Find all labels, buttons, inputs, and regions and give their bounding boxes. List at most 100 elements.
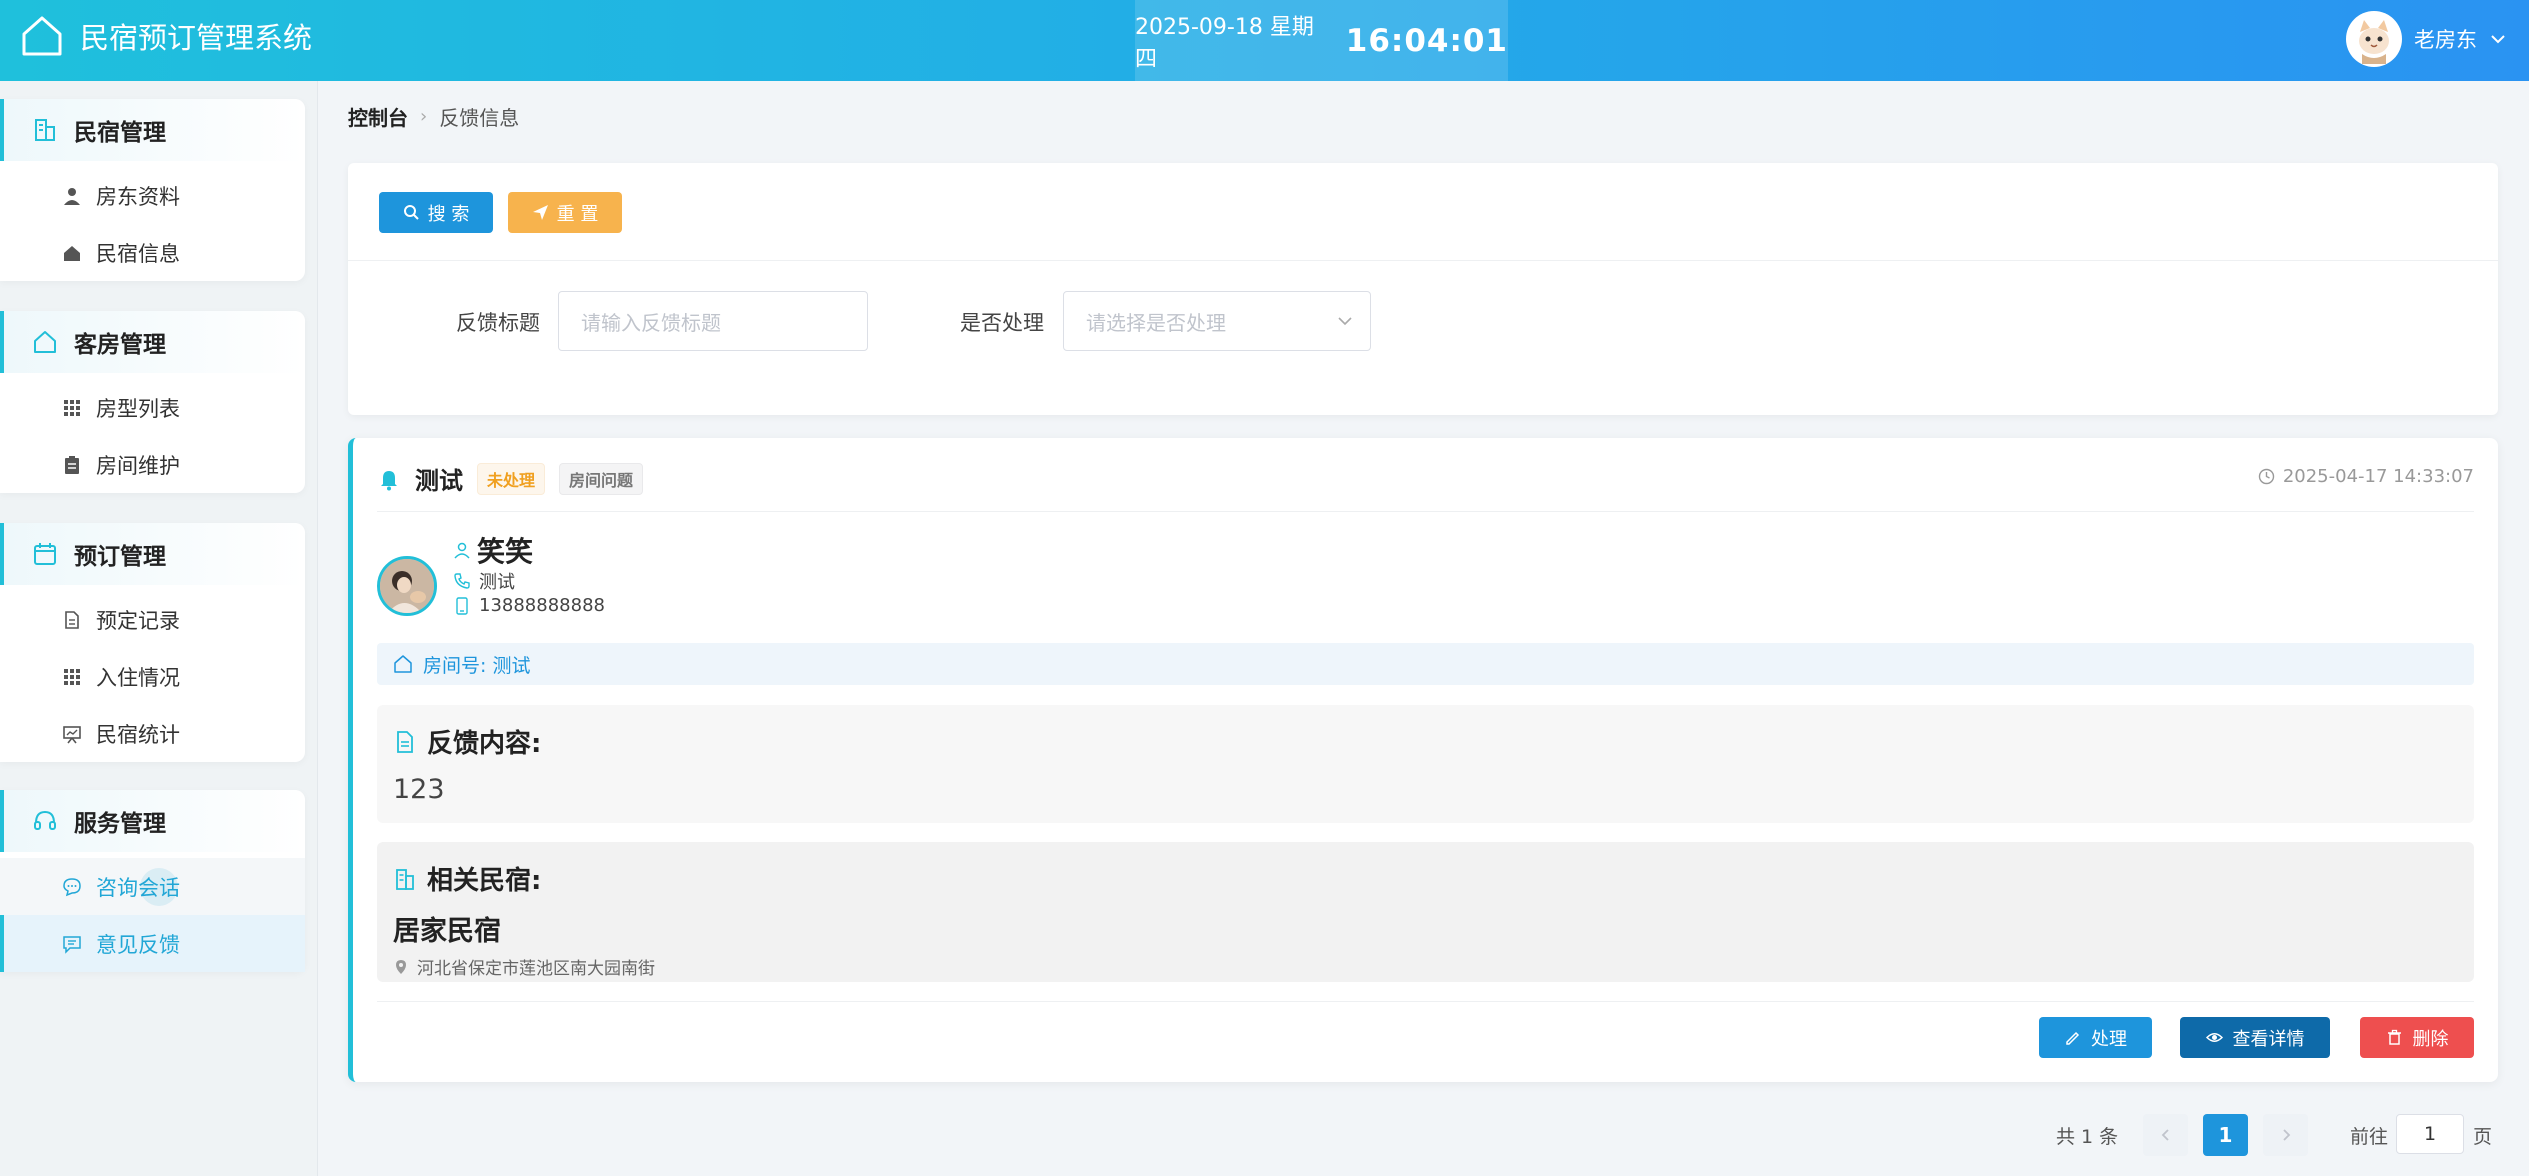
chevron-left-icon (2161, 1129, 2169, 1141)
room-number-bar: 房间号: 测试 (377, 643, 2474, 685)
pagination: 共 1 条 1 前往 1 页 (0, 1114, 2529, 1156)
chevron-right-icon (2282, 1129, 2290, 1141)
goto-page-input[interactable]: 1 (2396, 1114, 2464, 1154)
menu-group-service-header[interactable]: 服务管理 (0, 790, 305, 852)
datetime-display: 2025-09-18 星期四 16:04:01 (1135, 0, 1508, 81)
pagination-total: 共 1 条 (2056, 1126, 2119, 1148)
chevron-down-icon (1338, 317, 1352, 326)
menu-group-booking-header[interactable]: 预订管理 (0, 523, 305, 585)
search-button-label: 搜 索 (427, 203, 470, 225)
user-outline-icon (454, 542, 470, 559)
mobile-icon (456, 596, 468, 615)
menu-group-homestay-header[interactable]: 民宿管理 (0, 99, 305, 161)
feedback-card: 测试 未处理 房间问题 2025-04-17 14:33:07 笑笑 测试 13… (348, 438, 2498, 1082)
sidebar-item-homestay-stats[interactable]: 民宿统计 (0, 705, 305, 762)
prev-page-button[interactable] (2143, 1114, 2188, 1156)
view-detail-button[interactable]: 查看详情 (2180, 1017, 2330, 1058)
feedback-actions: 处理 查看详情 删除 (377, 1001, 2474, 1061)
search-button[interactable]: 搜 索 (379, 192, 493, 233)
user-icon (64, 187, 80, 205)
sidebar-item-feedback[interactable]: 意见反馈 (0, 915, 305, 972)
page-suffix: 页 (2473, 1126, 2493, 1148)
menu-group-booking: 预订管理 预定记录 入住情况 民宿统计 (0, 523, 305, 762)
user-menu[interactable]: 老房东 (2346, 9, 2507, 69)
home-logo-icon (22, 16, 62, 56)
location-pin-icon (396, 959, 406, 974)
page-number-current[interactable]: 1 (2203, 1114, 2248, 1156)
sidebar-item-landlord-profile[interactable]: 房东资料 (0, 167, 305, 224)
goto-label: 前往 (2350, 1126, 2389, 1148)
menu-group-label: 民宿管理 (74, 120, 166, 146)
current-date: 2025-09-18 星期四 (1135, 14, 1314, 72)
homestay-address-value: 河北省保定市莲池区南大园南街 (417, 959, 655, 979)
breadcrumb: 控制台 › 反馈信息 (348, 102, 519, 131)
home-icon (64, 245, 80, 261)
sidebar-item-label: 意见反馈 (96, 932, 180, 957)
phone-icon (454, 573, 470, 589)
feedback-user-name-value: 笑笑 (477, 535, 534, 568)
handled-filter-select[interactable]: 请选择是否处理 (1063, 291, 1371, 351)
edit-icon (2066, 1031, 2080, 1045)
next-page-button[interactable] (2263, 1114, 2308, 1156)
feedback-header: 测试 未处理 房间问题 2025-04-17 14:33:07 (377, 460, 2474, 512)
handled-filter-label: 是否处理 (960, 311, 1044, 335)
menu-group-label: 服务管理 (74, 811, 166, 837)
user-photo-icon (380, 559, 434, 613)
related-homestay-heading: 相关民宿: (393, 860, 2458, 897)
clipboard-icon (65, 455, 79, 474)
feedback-time: 2025-04-17 14:33:07 (2258, 466, 2474, 487)
message-icon (63, 935, 81, 954)
reset-button-label: 重 置 (556, 203, 599, 225)
menu-group-rooms: 客房管理 房型列表 房间维护 (0, 311, 305, 493)
sidebar-item-label: 房型列表 (96, 396, 180, 421)
headset-icon (34, 810, 56, 830)
title-filter-input[interactable]: 请输入反馈标题 (558, 291, 868, 351)
menu-group-rooms-header[interactable]: 客房管理 (0, 311, 305, 373)
calendar-icon (34, 543, 56, 565)
breadcrumb-current: 反馈信息 (439, 106, 520, 130)
current-time: 16:04:01 (1345, 22, 1508, 59)
app-title: 民宿预订管理系统 (80, 21, 313, 55)
top-header: 民宿预订管理系统 2025-09-18 星期四 16:04:01 老房东 (0, 0, 2529, 81)
bell-icon (381, 470, 397, 490)
house-outline-icon (34, 331, 56, 353)
view-detail-button-label: 查看详情 (2232, 1028, 2305, 1050)
handle-button[interactable]: 处理 (2039, 1017, 2152, 1058)
category-badge: 房间问题 (559, 462, 644, 495)
sidebar-item-booking-records[interactable]: 预定记录 (0, 591, 305, 648)
menu-group-label: 预订管理 (74, 544, 166, 570)
feedback-content-heading-text: 反馈内容: (427, 729, 542, 759)
document-icon (65, 610, 79, 629)
sidebar-item-homestay-info[interactable]: 民宿信息 (0, 224, 305, 281)
eye-icon (2205, 1033, 2223, 1042)
feedback-time-value: 2025-04-17 14:33:07 (2282, 466, 2474, 487)
search-panel: 搜 索 重 置 反馈标题 请输入反馈标题 是否处理 请选择是否处理 (348, 163, 2498, 415)
sidebar-item-room-maintenance[interactable]: 房间维护 (0, 436, 305, 493)
handle-button-label: 处理 (2091, 1028, 2127, 1050)
feedback-user-phone: 13888888888 (453, 595, 605, 616)
sidebar-item-checkin-status[interactable]: 入住情况 (0, 648, 305, 705)
user-name[interactable]: 老房东 (2414, 24, 2477, 54)
chevron-down-icon[interactable] (2489, 30, 2507, 48)
sidebar-item-room-types[interactable]: 房型列表 (0, 379, 305, 436)
send-icon (532, 205, 548, 220)
user-avatar[interactable] (2346, 11, 2402, 67)
related-homestay-heading-text: 相关民宿: (427, 866, 542, 896)
grid-icon (64, 399, 80, 416)
reset-button[interactable]: 重 置 (508, 192, 622, 233)
document-icon (397, 730, 413, 753)
feedback-content-text: 123 (393, 774, 445, 805)
title-filter-label: 反馈标题 (456, 311, 540, 335)
cat-avatar-icon (2349, 14, 2399, 64)
feedback-user-note: 测试 (453, 568, 515, 594)
sidebar-item-label: 民宿信息 (96, 241, 180, 266)
sidebar: 民宿管理 房东资料 民宿信息 客房管理 房型列表 房间维护 预订管理 预定记录 … (0, 81, 318, 1176)
feedback-user-phone-value: 13888888888 (479, 595, 605, 616)
delete-button[interactable]: 删除 (2360, 1017, 2474, 1058)
breadcrumb-root[interactable]: 控制台 (348, 102, 408, 131)
sidebar-item-consultation[interactable]: 咨询会话 (0, 858, 305, 915)
status-badge: 未处理 (477, 462, 546, 495)
search-icon (403, 205, 419, 220)
sidebar-item-label: 房东资料 (96, 184, 180, 209)
click-ripple (140, 868, 178, 906)
